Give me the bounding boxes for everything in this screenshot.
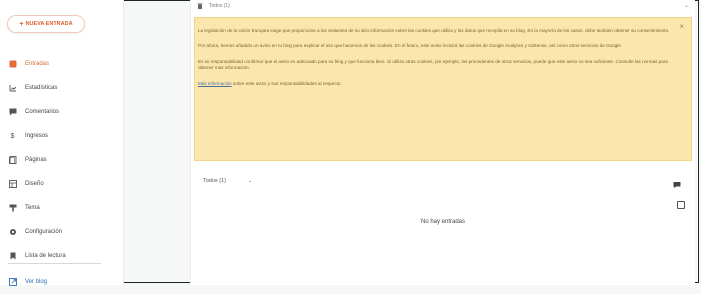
filter-label: Todos (1) [203, 178, 226, 184]
new-post-label: NUEVA ENTRADA [25, 21, 73, 27]
sidebar-nav: Entradas Estadísticas Comentarios $ Ingr… [0, 52, 123, 294]
new-post-button[interactable]: + NUEVA ENTRADA [7, 15, 85, 33]
sidebar-item-label: Lista de lectura [25, 253, 66, 259]
sidebar-divider [8, 263, 101, 264]
sidebar-item-label: Diseño [25, 181, 44, 187]
comments-icon [8, 108, 17, 117]
gear-icon [8, 228, 17, 237]
sidebar: + NUEVA ENTRADA Entradas Estadísticas Co… [0, 0, 124, 286]
sidebar-item-label: Estadísticas [25, 85, 58, 91]
topbar-title: Todos (1) [209, 3, 230, 9]
empty-state-text: No hay entradas [420, 219, 466, 225]
learn-more-link[interactable]: Más información [198, 81, 232, 86]
sidebar-item-label: Entradas [25, 61, 50, 67]
sidebar-item-label: Ingresos [25, 133, 49, 139]
sidebar-item-posts[interactable]: Entradas [0, 52, 123, 76]
trash-icon[interactable] [197, 3, 203, 9]
sidebar-item-stats[interactable]: Estadísticas [0, 76, 123, 100]
select-all-checkbox[interactable] [677, 201, 685, 209]
sidebar-item-label: Comentarios [25, 109, 60, 115]
posts-topbar: Todos (1) ⌄ [191, 0, 695, 12]
dollar-icon: $ [10, 132, 15, 140]
sidebar-item-label: Ver blog [25, 279, 48, 285]
sidebar-item-theme[interactable]: Tema [0, 196, 123, 220]
notice-paragraph-4: Más información sobre este aviso y sus r… [198, 81, 677, 87]
sidebar-item-label: Tema [25, 205, 40, 211]
sidebar-item-pages[interactable]: Páginas [0, 148, 123, 172]
external-icon [8, 278, 17, 287]
close-icon[interactable]: × [679, 22, 684, 31]
sidebar-item-layout[interactable]: Diseño [0, 172, 123, 196]
chevron-down-icon[interactable]: ⌄ [684, 2, 689, 9]
sidebar-item-comments[interactable]: Comentarios [0, 100, 123, 124]
sidebar-item-earnings[interactable]: $ Ingresos [0, 124, 123, 148]
bookmark-icon [8, 252, 17, 261]
sidebar-item-view-blog[interactable]: Ver blog [0, 270, 123, 294]
paint-icon [8, 204, 17, 213]
notice-paragraph-4-text: sobre este aviso y sus responsabilidades… [231, 80, 342, 86]
pages-icon [8, 156, 17, 165]
notice-paragraph-3: Es su responsabilidad confirmar que el a… [198, 58, 668, 71]
cookie-notice: × La legislación de la Unión Europea exi… [194, 17, 692, 161]
layout-icon [8, 180, 17, 189]
chevron-down-icon: ⌄ [247, 178, 253, 184]
main-panel: Todos (1) ⌄ × La legislación de la Unión… [190, 0, 695, 285]
posts-icon [8, 60, 17, 69]
sidebar-item-label: Configuración [25, 229, 63, 235]
status-filter-dropdown[interactable]: Todos (1) ⌄ [203, 174, 273, 188]
sidebar-item-settings[interactable]: Configuración [0, 220, 123, 244]
sidebar-item-reading-list[interactable]: Lista de lectura [0, 244, 123, 268]
stats-icon [8, 84, 17, 93]
notice-paragraph-2: Por ahora, hemos añadido un aviso en tu … [198, 43, 623, 49]
comment-icon[interactable] [673, 176, 681, 189]
sidebar-item-label: Páginas [25, 157, 47, 163]
notice-paragraph-1: La legislación de la Unión Europea exige… [198, 28, 670, 33]
plus-icon: + [19, 20, 24, 28]
